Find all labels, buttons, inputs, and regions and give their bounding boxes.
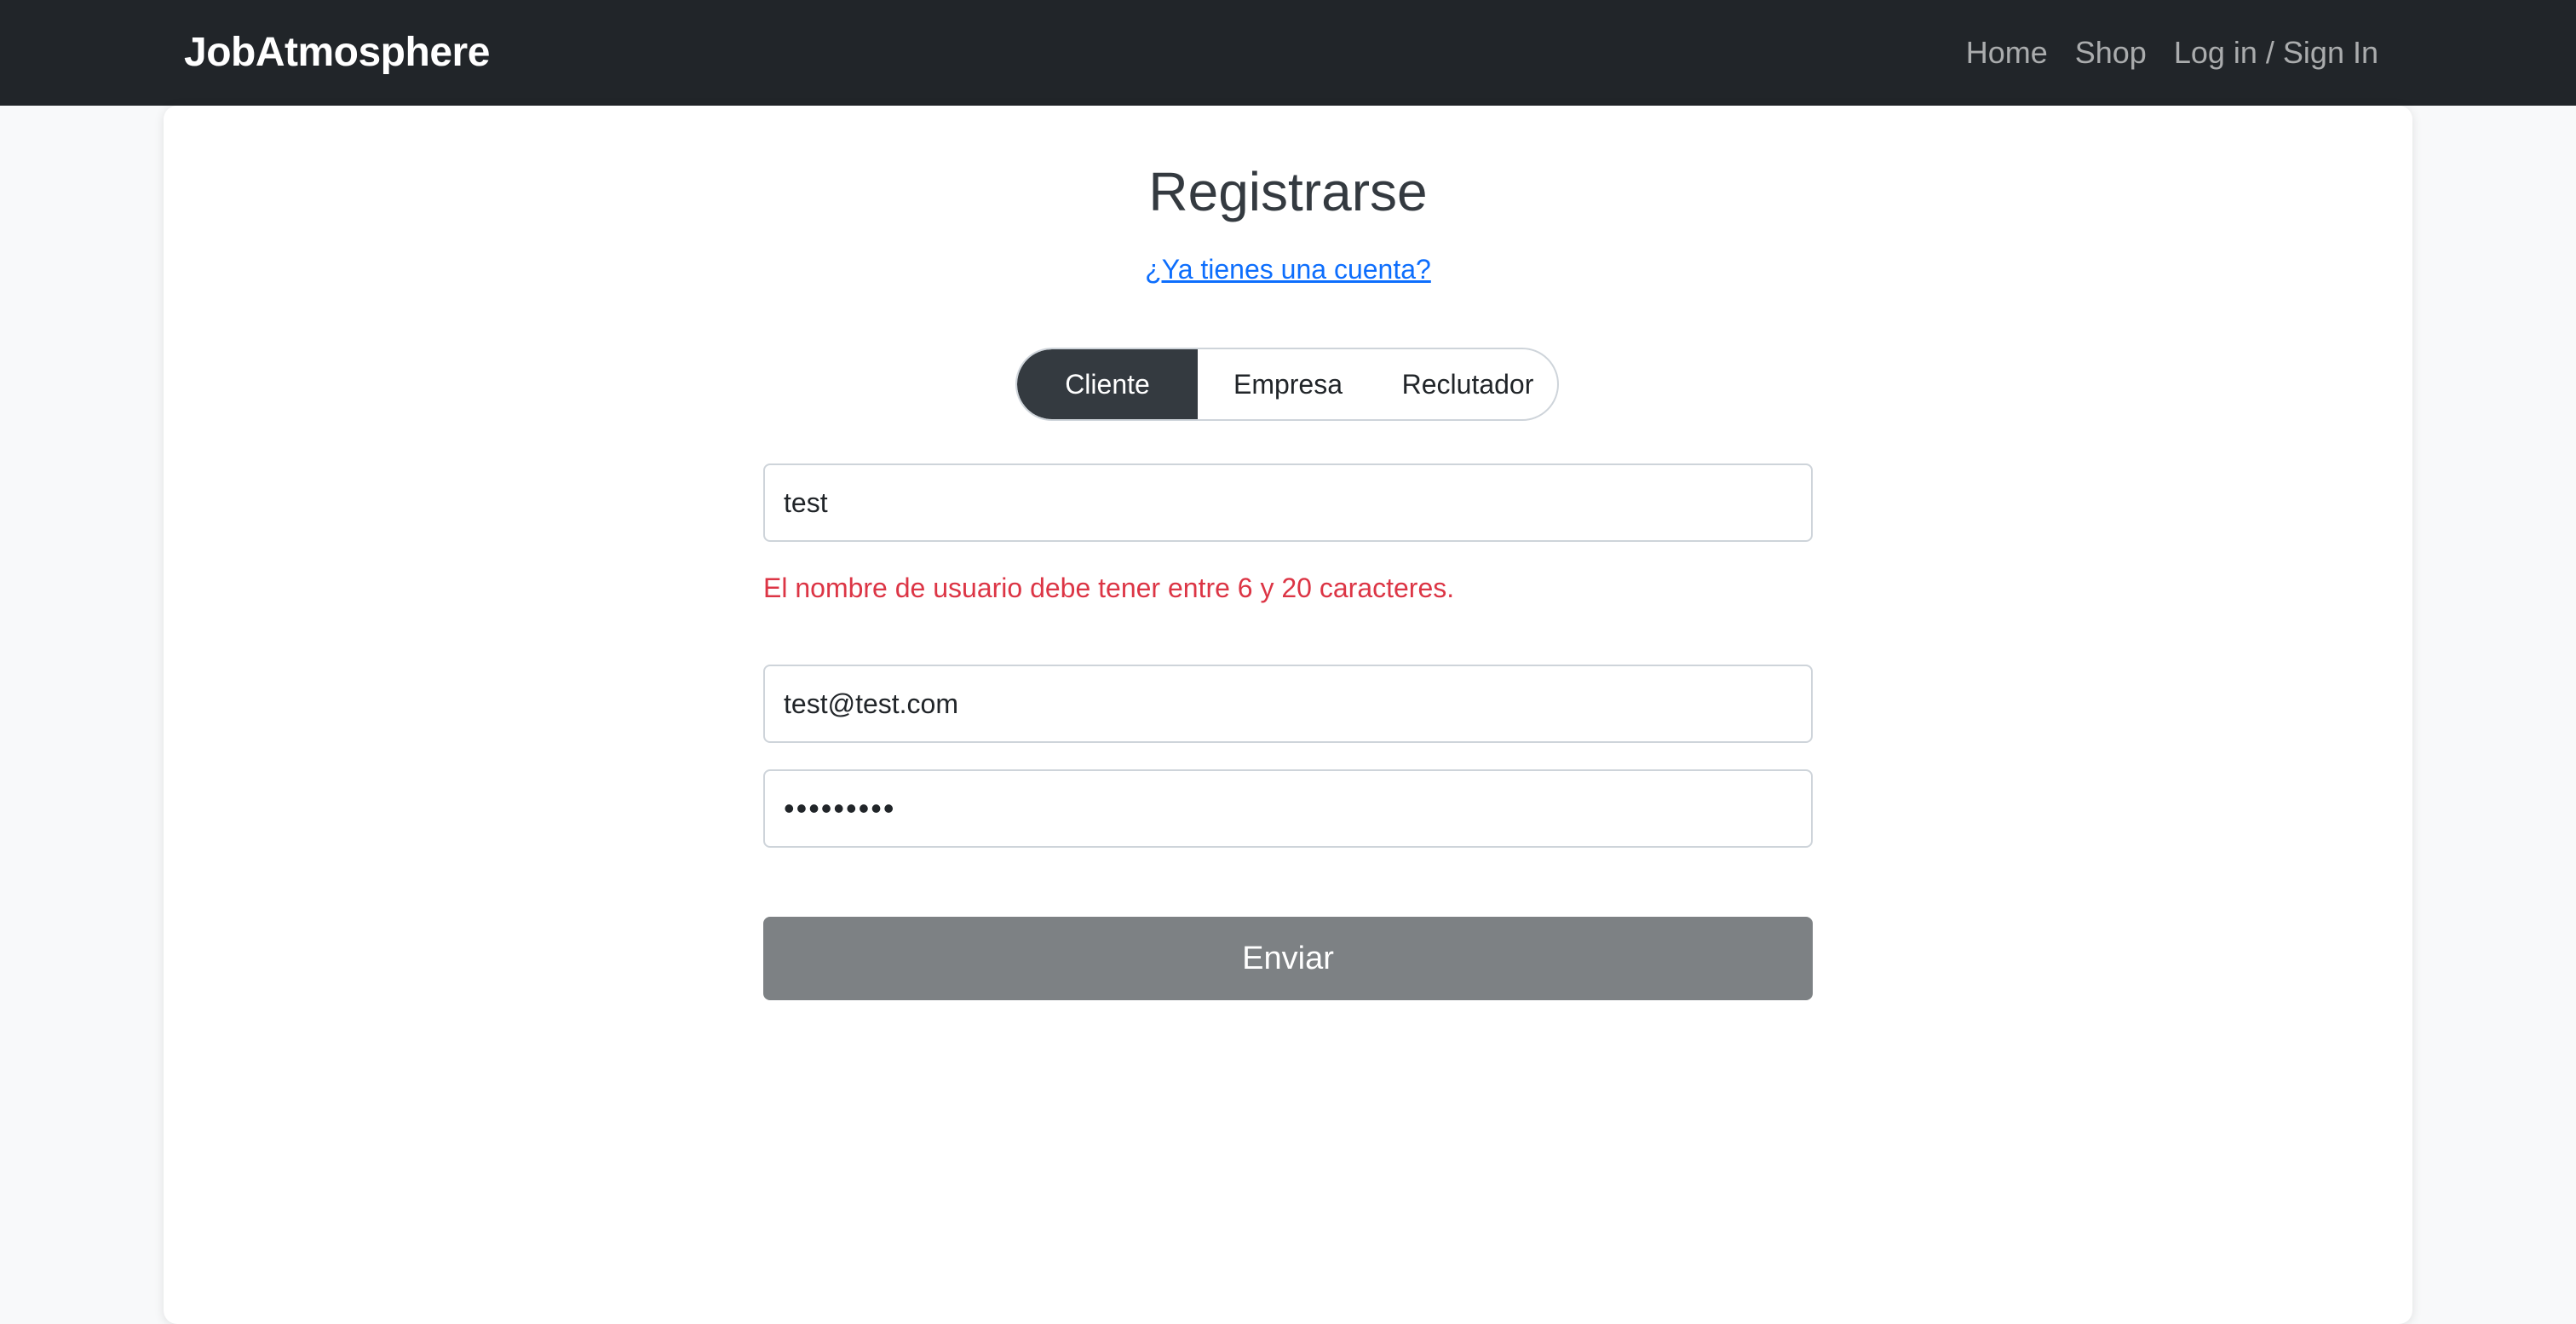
username-error-message: El nombre de usuario debe tener entre 6 … <box>763 573 1455 603</box>
account-type-reclutador-button[interactable]: Reclutador <box>1378 349 1557 419</box>
nav-links: Home Shop Log in / Sign In <box>1966 0 2378 106</box>
nav-login-link[interactable]: Log in / Sign In <box>2174 35 2378 71</box>
account-type-empresa-button[interactable]: Empresa <box>1198 349 1378 419</box>
account-type-toggle: Cliente Empresa Reclutador <box>1015 348 1559 421</box>
nav-home-link[interactable]: Home <box>1966 35 2048 71</box>
nav-shop-link[interactable]: Shop <box>2075 35 2147 71</box>
brand-logo[interactable]: JobAtmosphere <box>184 0 490 106</box>
have-account-link[interactable]: ¿Ya tienes una cuenta? <box>0 254 2576 285</box>
submit-button[interactable]: Enviar <box>763 917 1813 1000</box>
password-input[interactable] <box>763 769 1813 848</box>
email-input[interactable] <box>763 665 1813 743</box>
account-type-cliente-button[interactable]: Cliente <box>1017 349 1198 419</box>
top-navbar: JobAtmosphere Home Shop Log in / Sign In <box>0 0 2576 106</box>
page-title: Registrarse <box>1148 161 1428 222</box>
username-input[interactable] <box>763 463 1813 542</box>
